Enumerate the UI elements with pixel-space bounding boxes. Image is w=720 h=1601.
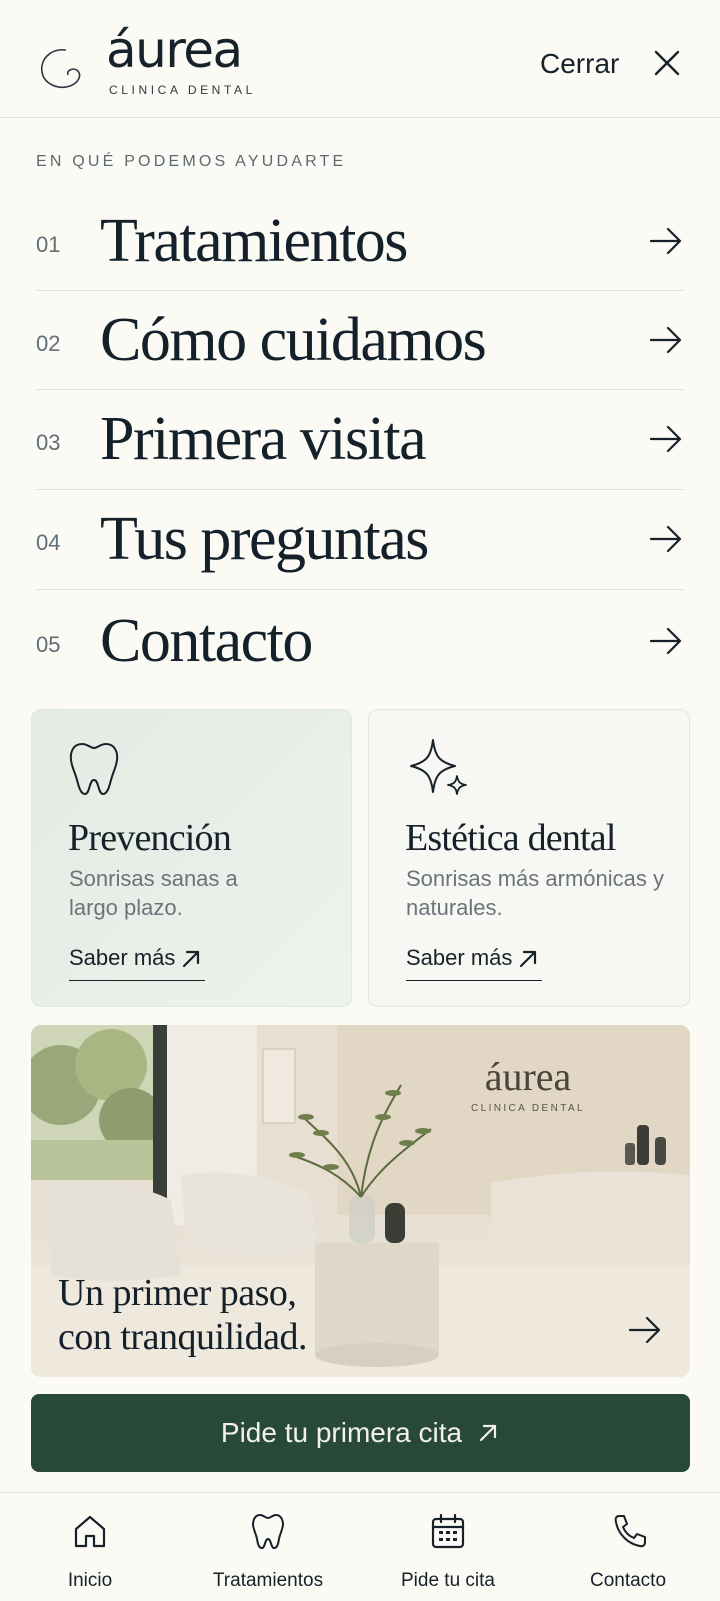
menu-item-number: 04 [36, 530, 61, 555]
section-label: EN QUÉ PODEMOS AYUDARTE [36, 153, 347, 170]
hero-caption-line: Un primer paso, [58, 1272, 297, 1314]
logo-mark-icon [41, 49, 81, 88]
menu-item-label: Tratamientos [100, 207, 408, 275]
nav-item-contacto[interactable]: Contacto [538, 1493, 718, 1601]
card-description: Sonrisas sanas a largo plazo. [69, 866, 238, 920]
nav-label: Contacto [589, 1570, 667, 1591]
menu-item-tus-preguntas[interactable]: 04 Tus preguntas [36, 492, 684, 592]
arrow-right-icon [649, 627, 682, 655]
menu-item-label: Tus preguntas [100, 505, 429, 573]
arrow-right-icon[interactable] [627, 1315, 663, 1345]
saber-mas-link[interactable]: Saber más [406, 945, 543, 981]
menu-item-contacto[interactable]: 05 Contacto [36, 594, 684, 694]
sign-tagline: CLINICA DENTAL [471, 1103, 585, 1114]
menu-divider [36, 489, 684, 490]
menu-item-como-cuidamos[interactable]: 02 Cómo cuidamos [36, 293, 684, 393]
arrow-up-right-icon [480, 1424, 497, 1442]
menu-item-number: 05 [36, 632, 61, 657]
nav-item-inicio[interactable]: Inicio [0, 1493, 180, 1601]
card-title: Prevención [68, 817, 232, 859]
close-icon[interactable] [652, 48, 682, 78]
card-estetica-dental[interactable]: Estética dental Sonrisas más armónicas y… [368, 709, 690, 1007]
arrow-right-icon [649, 326, 682, 354]
hero-caption-line: con tranquilidad. [58, 1316, 307, 1358]
clinic-wall-sign: áurea CLINICA DENTAL [471, 1054, 585, 1115]
bottom-nav: Inicio Tratamientos Pide tu cita Contact… [0, 1492, 720, 1601]
tooth-icon [252, 1514, 284, 1549]
clinic-photo-banner[interactable]: áurea CLINICA DENTAL Un primer paso, con… [31, 1025, 690, 1377]
hero-caption: Un primer paso, con tranquilidad. [58, 1271, 307, 1359]
phone-icon [614, 1515, 646, 1548]
menu-divider [36, 389, 684, 390]
nav-label: Tratamientos [212, 1570, 324, 1591]
cta-label: Pide tu primera cita [220, 1417, 463, 1448]
nav-label: Pide tu cita [401, 1570, 495, 1591]
link-label: Saber más [69, 945, 176, 970]
menu-item-label: Primera visita [100, 405, 427, 473]
menu-item-tratamientos[interactable]: 01 Tratamientos [36, 194, 684, 294]
arrow-right-icon [649, 227, 682, 255]
home-icon [74, 1515, 106, 1548]
nav-item-pide-tu-cita[interactable]: Pide tu cita [358, 1493, 538, 1601]
menu-divider [36, 589, 684, 590]
logo-tagline: CLINICA DENTAL [109, 83, 256, 97]
arrow-right-icon [649, 425, 682, 453]
saber-mas-link[interactable]: Saber más [69, 945, 206, 981]
tooth-icon [69, 743, 119, 795]
book-first-appointment-button[interactable]: Pide tu primera cita [31, 1394, 690, 1472]
arrow-up-right-icon [183, 950, 200, 968]
sparkle-icon [410, 739, 467, 795]
card-prevencion[interactable]: Prevención Sonrisas sanas a largo plazo.… [31, 709, 352, 1007]
link-label: Saber más [406, 945, 513, 970]
menu-item-number: 01 [36, 232, 61, 257]
calendar-icon [431, 1513, 465, 1549]
menu-item-number: 02 [36, 331, 61, 356]
header: áurea CLINICA DENTAL Cerrar [0, 0, 720, 118]
card-description: Sonrisas más armónicas y naturales. [406, 866, 664, 920]
card-title: Estética dental [405, 817, 616, 859]
menu-item-label: Cómo cuidamos [100, 306, 487, 374]
menu-divider [36, 290, 684, 291]
nav-item-tratamientos[interactable]: Tratamientos [178, 1493, 358, 1601]
arrow-right-icon [649, 525, 682, 553]
close-menu-label[interactable]: Cerrar [540, 48, 619, 80]
logo-wordmark: áurea [106, 21, 243, 79]
nav-label: Inicio [67, 1570, 113, 1591]
menu-item-number: 03 [36, 430, 61, 455]
arrow-up-right-icon [520, 950, 537, 968]
sign-wordmark: áurea [484, 1054, 572, 1099]
menu-item-label: Contacto [100, 607, 313, 675]
menu-item-primera-visita[interactable]: 03 Primera visita [36, 392, 684, 492]
